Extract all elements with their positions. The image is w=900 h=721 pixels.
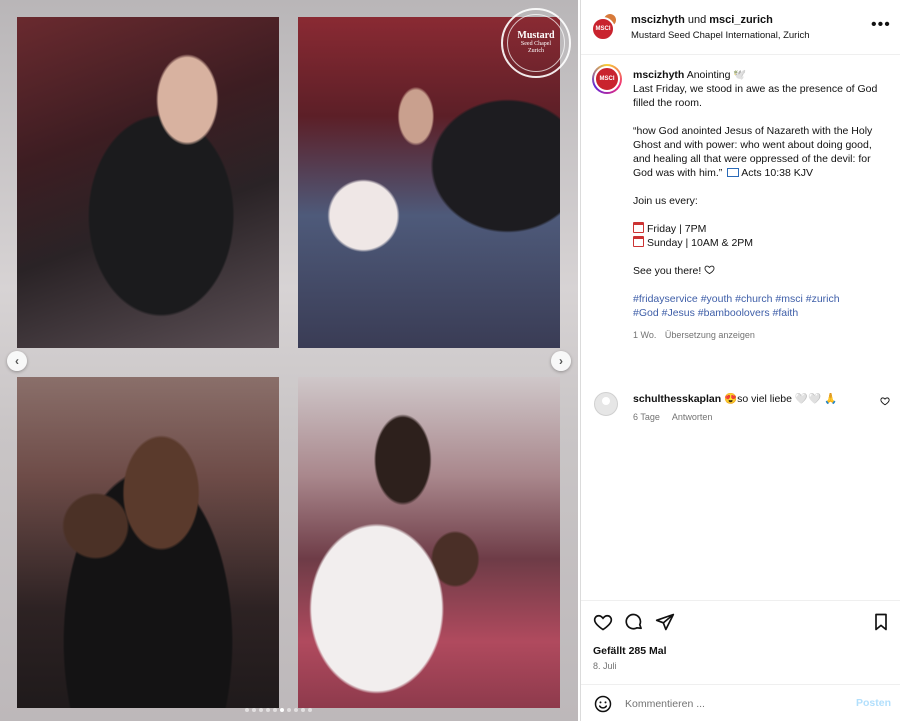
carousel-indicator-dots (245, 708, 312, 712)
comment-input[interactable] (625, 694, 845, 714)
carousel-dot (252, 708, 256, 712)
comment-text: 😍so viel liebe 🤍🤍 🙏 (724, 393, 838, 405)
carousel-next-button[interactable]: › (551, 351, 571, 371)
photo-worship-young-man (17, 17, 279, 348)
post-detail-panel: MSCI mscizhyth und msci_zurich Mustard S… (580, 0, 900, 721)
photo-man-praying (298, 377, 560, 708)
commenter-avatar[interactable] (594, 392, 618, 416)
bookmark-icon[interactable] (871, 612, 891, 632)
comment-age: 6 Tage (633, 412, 660, 422)
caption-age: 1 Wo. (633, 330, 657, 340)
calendar-icon (633, 222, 644, 233)
author-link-primary[interactable]: mscizhyth (631, 14, 685, 26)
caption-closing: See you there! (633, 265, 702, 277)
comment-text-row: schulthesskaplan 😍so viel liebe 🤍🤍 🙏 (633, 392, 837, 405)
comment-meta: 6 Tage Antworten (633, 412, 722, 422)
open-book-icon (727, 168, 740, 177)
emoji-smiley-icon[interactable] (593, 694, 613, 714)
chevron-left-icon: ‹ (15, 354, 19, 368)
carousel-dot (259, 708, 263, 712)
reply-button[interactable]: Antworten (672, 412, 713, 422)
post-date: 8. Juli (593, 661, 617, 671)
comment-like-heart-icon[interactable] (880, 396, 890, 406)
caption-title: Anointing 🕊️ (686, 69, 747, 81)
carousel-dot (308, 708, 312, 712)
carousel-dot (245, 708, 249, 712)
caption-body: mscizhyth Anointing 🕊️ Last Friday, we s… (633, 68, 891, 342)
hashtags-line-1[interactable]: #fridayservice #youth #church #msci #zur… (633, 292, 891, 306)
like-count[interactable]: Gefällt 285 Mal (593, 645, 667, 657)
post-actions: Gefällt 285 Mal 8. Juli (581, 600, 900, 684)
carousel-dot (301, 708, 305, 712)
post-header: MSCI mscizhyth und msci_zurich Mustard S… (581, 0, 900, 55)
schedule-friday: Friday | 7PM (647, 223, 707, 235)
authors-connector: und (684, 14, 710, 26)
add-comment-bar: Posten (581, 684, 900, 721)
carousel-dot (266, 708, 270, 712)
calendar-icon (633, 236, 644, 247)
photo-women-praying (17, 377, 279, 708)
church-logo-watermark: Mustard Seed Chapel Zurich (501, 8, 571, 78)
post-media-carousel: Mustard Seed Chapel Zurich ‹ › (0, 0, 578, 721)
comment-bubble-icon[interactable] (624, 612, 644, 632)
carousel-dot (273, 708, 277, 712)
collab-avatars[interactable]: MSCI (591, 13, 619, 41)
hashtags-line-2[interactable]: #God #Jesus #bamboolovers #faith (633, 306, 891, 320)
more-options-button[interactable]: ••• (871, 16, 891, 34)
carousel-dot (294, 708, 298, 712)
caption-paragraph-1: Last Friday, we stood in awe as the pres… (633, 83, 878, 109)
caption-username[interactable]: mscizhyth (633, 69, 684, 81)
location-link[interactable]: Mustard Seed Chapel International, Zuric… (631, 30, 810, 41)
translate-link[interactable]: Übersetzung anzeigen (665, 330, 755, 340)
like-heart-icon[interactable] (593, 612, 613, 632)
caption-join: Join us every: (633, 195, 698, 207)
white-heart-icon (704, 265, 715, 275)
post-comment-button[interactable]: Posten (856, 697, 891, 709)
chevron-right-icon: › (559, 354, 563, 368)
schedule-sunday: Sunday | 10AM & 2PM (647, 237, 754, 249)
author-link-secondary[interactable]: msci_zurich (709, 14, 773, 26)
carousel-dot (280, 708, 284, 712)
avatar-primary: MSCI (591, 17, 615, 41)
logo-ring (507, 14, 565, 72)
carousel-dot (287, 708, 291, 712)
share-paper-plane-icon[interactable] (655, 612, 675, 632)
carousel-prev-button[interactable]: ‹ (7, 351, 27, 371)
caption-quote-ref: Acts 10:38 KJV (741, 167, 813, 179)
post-authors: mscizhyth und msci_zurich (631, 14, 773, 26)
caption-meta: 1 Wo. Übersetzung anzeigen (633, 328, 891, 342)
caption-avatar[interactable]: MSCI (592, 64, 622, 94)
commenter-username[interactable]: schulthesskaplan (633, 393, 721, 405)
